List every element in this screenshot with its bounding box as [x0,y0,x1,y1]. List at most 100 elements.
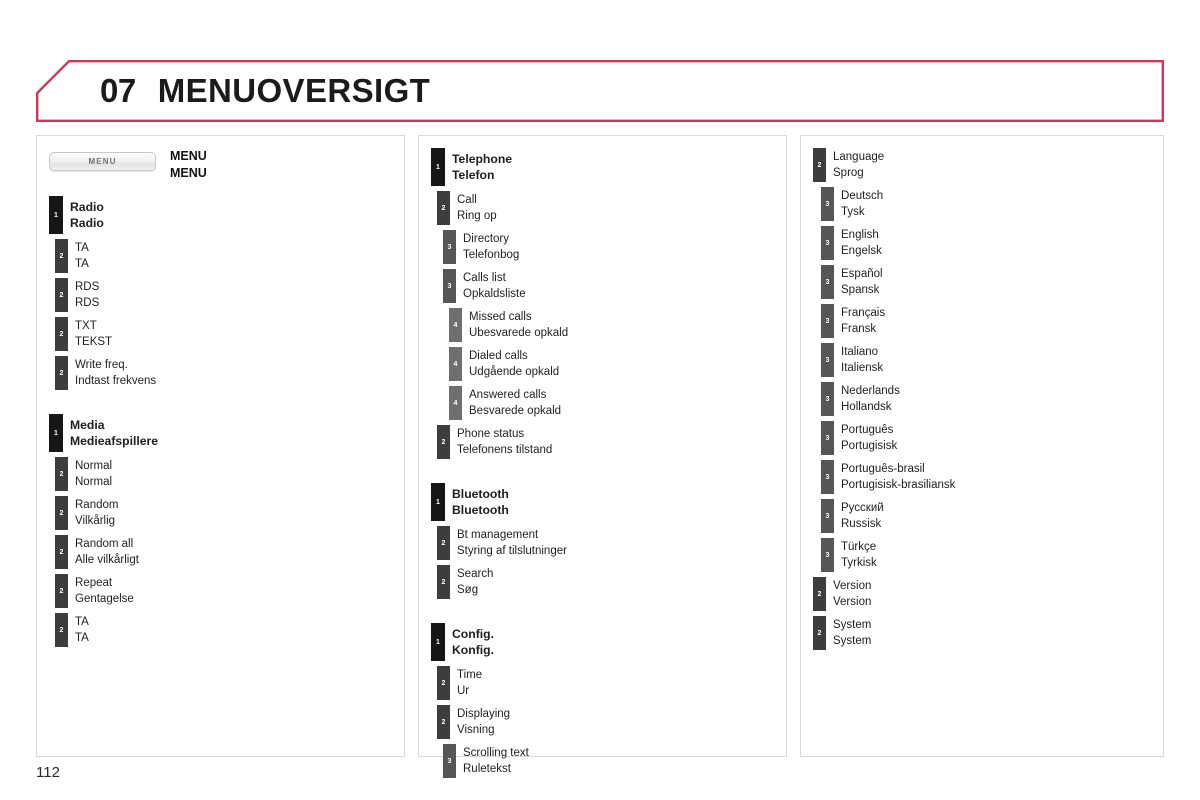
menu-entry-label-en: Scrolling text [463,747,529,759]
menu-entry-labels: Italiano Italiensk [834,343,883,377]
menu-entry-label-da: Spansk [841,284,880,296]
menu-entry-label-da: Vilkårlig [75,515,116,527]
menu-entry[interactable]: 2 Write freq. Indtast frekvens [55,356,394,390]
level-badge: 2 [813,616,826,650]
level-badge: 4 [449,308,462,342]
level-badge: 1 [431,483,445,521]
menu-entry[interactable]: 4 Answered calls Besvarede opkald [449,386,776,420]
menu-entry[interactable]: 1 Telephone Telefon [431,148,776,186]
menu-entry-label-da: Telefonens tilstand [457,444,553,456]
menu-entry-label-da: Telefonbog [463,249,520,261]
menu-entry[interactable]: 1 Media Medieafspillere [49,414,394,452]
menu-entry-label-en: Call [457,194,477,206]
level-badge: 2 [813,577,826,611]
menu-entry[interactable]: 3 Русский Russisk [821,499,1153,533]
level-badge: 3 [821,187,834,221]
level-badge: 1 [431,623,445,661]
menu-entry-label-en: Français [841,307,886,319]
menu-hardware-button[interactable]: MENU [49,152,156,171]
menu-entry[interactable]: 3 Nederlands Hollandsk [821,382,1153,416]
menu-entry-label-en: Answered calls [469,389,547,401]
level-badge: 1 [431,148,445,186]
menu-entry[interactable]: 2 Displaying Visning [437,705,776,739]
menu-entry[interactable]: 2 Bt management Styring af tilslutninger [437,526,776,560]
menu-caption-da: MENU [170,166,207,180]
menu-entry[interactable]: 2 Normal Normal [55,457,394,491]
menu-entry-labels: Bt management Styring af tilslutninger [450,526,567,560]
menu-entry-labels: Config. Konfig. [445,623,494,661]
menu-entry[interactable]: 1 Bluetooth Bluetooth [431,483,776,521]
menu-entry-label-en: Türkçe [841,541,877,553]
level-badge: 3 [443,744,456,778]
menu-button-label: MENU [88,157,117,166]
menu-entry-label-en: Telephone [452,152,513,166]
level-badge: 3 [821,421,834,455]
menu-entry-label-da: Hollandsk [841,401,892,413]
menu-entry[interactable]: 1 Radio Radio [49,196,394,234]
menu-entry[interactable]: 3 Scrolling text Ruletekst [443,744,776,778]
menu-entry[interactable]: 2 Time Ur [437,666,776,700]
menu-entry-labels: Random all Alle vilkårligt [68,535,139,569]
menu-entry[interactable]: 2 System System [813,616,1153,650]
menu-entry[interactable]: 2 Phone status Telefonens tilstand [437,425,776,459]
menu-entry-label-da: Ubesvarede opkald [469,327,569,339]
menu-entry-labels: Türkçe Tyrkisk [834,538,877,572]
menu-entry-label-en: Deutsch [841,190,884,202]
menu-entry[interactable]: 4 Dialed calls Udgående opkald [449,347,776,381]
menu-entry[interactable]: 2 Repeat Gentagelse [55,574,394,608]
menu-entry-label-en: Search [457,568,494,580]
menu-entry-label-en: Italiano [841,346,879,358]
menu-entry[interactable]: 3 English Engelsk [821,226,1153,260]
menu-entry[interactable]: 4 Missed calls Ubesvarede opkald [449,308,776,342]
menu-entry[interactable]: 2 RDS RDS [55,278,394,312]
menu-entry[interactable]: 1 Config. Konfig. [431,623,776,661]
menu-entry-label-da: TA [75,258,89,270]
level-badge: 3 [443,269,456,303]
menu-entry[interactable]: 2 TA TA [55,239,394,273]
menu-entry[interactable]: 3 Calls list Opkaldsliste [443,269,776,303]
menu-entry[interactable]: 3 Directory Telefonbog [443,230,776,264]
menu-entry-label-en: Displaying [457,708,511,720]
menu-entry[interactable]: 2 Language Sprog [813,148,1153,182]
menu-entry[interactable]: 2 Search Søg [437,565,776,599]
menu-entry-labels: Dialed calls Udgående opkald [462,347,559,381]
menu-entry[interactable]: 3 Español Spansk [821,265,1153,299]
menu-entry[interactable]: 2 Call Ring op [437,191,776,225]
menu-entry[interactable]: 2 Version Version [813,577,1153,611]
level-badge: 2 [437,705,450,739]
menu-entry[interactable]: 3 Türkçe Tyrkisk [821,538,1153,572]
menu-entry[interactable]: 3 Italiano Italiensk [821,343,1153,377]
menu-entry-label-da: Sprog [833,167,864,179]
column-right: 2 Language Sprog 3 Deutsch Tysk 3 English Engels… [800,135,1164,757]
level-badge: 3 [821,499,834,533]
menu-entry-label-en: Calls list [463,272,506,284]
level-badge: 2 [55,574,68,608]
menu-entry[interactable]: 3 Français Fransk [821,304,1153,338]
level-badge: 1 [49,196,63,234]
menu-entry-labels: Answered calls Besvarede opkald [462,386,561,420]
menu-entry[interactable]: 2 TXT TEKST [55,317,394,351]
menu-entry[interactable]: 2 Random all Alle vilkårligt [55,535,394,569]
menu-entry-labels: Random Vilkårlig [68,496,118,530]
menu-entry-labels: English Engelsk [834,226,882,260]
menu-entry[interactable]: 2 TA TA [55,613,394,647]
menu-entry-label-en: Radio [70,200,104,214]
menu-entry[interactable]: 3 Português-brasil Portugisisk-brasiliansk [821,460,1153,494]
menu-entry-label-en: Nederlands [841,385,900,397]
menu-entry[interactable]: 2 Random Vilkårlig [55,496,394,530]
menu-entry-labels: TXT TEKST [68,317,112,351]
menu-entry-label-en: Write freq. [75,359,128,371]
menu-entry-labels: Search Søg [450,565,493,599]
menu-entry-label-da: Besvarede opkald [469,405,562,417]
menu-entry-label-en: Phone status [457,428,525,440]
menu-entry-label-da: TA [75,632,89,644]
menu-entry-label-da: Portugisisk-brasiliansk [841,479,956,491]
menu-entry-label-en: Dialed calls [469,350,528,362]
menu-entry[interactable]: 3 Português Portugisisk [821,421,1153,455]
level-badge: 2 [55,317,68,351]
menu-entry-label-en: Directory [463,233,510,245]
menu-entry-labels: Español Spansk [834,265,883,299]
menu-entry[interactable]: 3 Deutsch Tysk [821,187,1153,221]
menu-entry-label-en: Config. [452,627,494,641]
menu-entry-label-da: Udgående opkald [469,366,560,378]
